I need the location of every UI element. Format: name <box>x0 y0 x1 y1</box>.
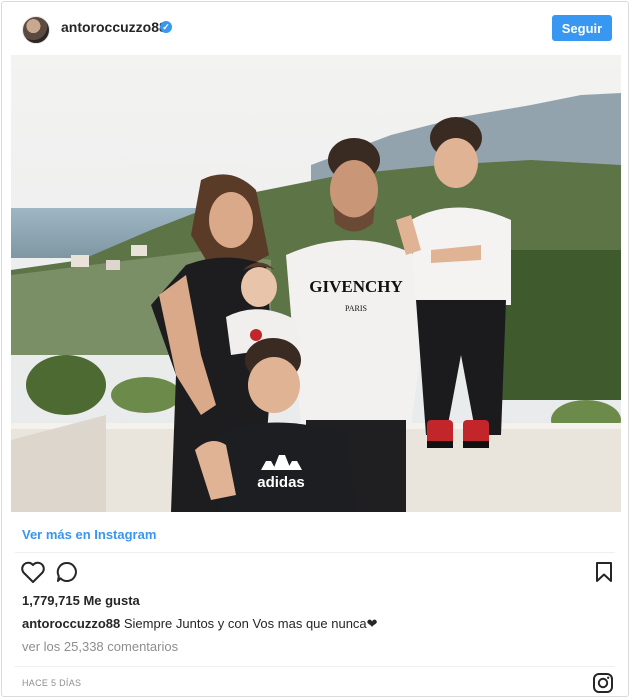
comment-icon[interactable] <box>55 560 79 589</box>
avatar[interactable] <box>22 16 50 44</box>
divider <box>15 552 615 553</box>
post-timestamp: HACE 5 DÍAS <box>22 678 82 688</box>
instagram-embed-card: antoroccuzzo88 ✓ Seguir GIVENCHY PARIS a… <box>1 1 629 697</box>
shirt-city-text: PARIS <box>345 304 367 313</box>
woman-face <box>209 192 253 248</box>
shirt-brand-text: GIVENCHY <box>309 277 403 296</box>
follow-button[interactable]: Seguir <box>552 15 612 41</box>
likes-count[interactable]: 1,779,715 Me gusta <box>22 593 140 608</box>
divider <box>15 666 615 667</box>
verified-badge-icon: ✓ <box>160 21 172 33</box>
username-link[interactable]: antoroccuzzo88 <box>61 19 167 35</box>
view-on-instagram-link[interactable]: Ver más en Instagram <box>22 527 156 542</box>
bookmark-icon[interactable] <box>594 561 614 588</box>
caption-text: Siempre Juntos y con Vos mas que nunca❤ <box>120 616 378 631</box>
caption-username-link[interactable]: antoroccuzzo88 <box>22 616 120 631</box>
heart-icon[interactable] <box>20 560 46 589</box>
family-photo-illustration: GIVENCHY PARIS adidas <box>11 55 621 512</box>
post-photo[interactable]: GIVENCHY PARIS adidas <box>11 55 621 512</box>
caption: antoroccuzzo88 Siempre Juntos y con Vos … <box>22 616 378 632</box>
man-tshirt <box>286 240 426 425</box>
boy-face <box>248 357 300 413</box>
toddler-face <box>434 138 478 188</box>
post-header: antoroccuzzo88 ✓ Seguir <box>2 2 628 54</box>
baby-face <box>241 267 277 307</box>
view-comments-link[interactable]: ver los 25,338 comentarios <box>22 639 178 654</box>
tee-brand-text: adidas <box>257 474 305 491</box>
instagram-icon[interactable] <box>592 672 614 699</box>
bush <box>26 355 106 415</box>
